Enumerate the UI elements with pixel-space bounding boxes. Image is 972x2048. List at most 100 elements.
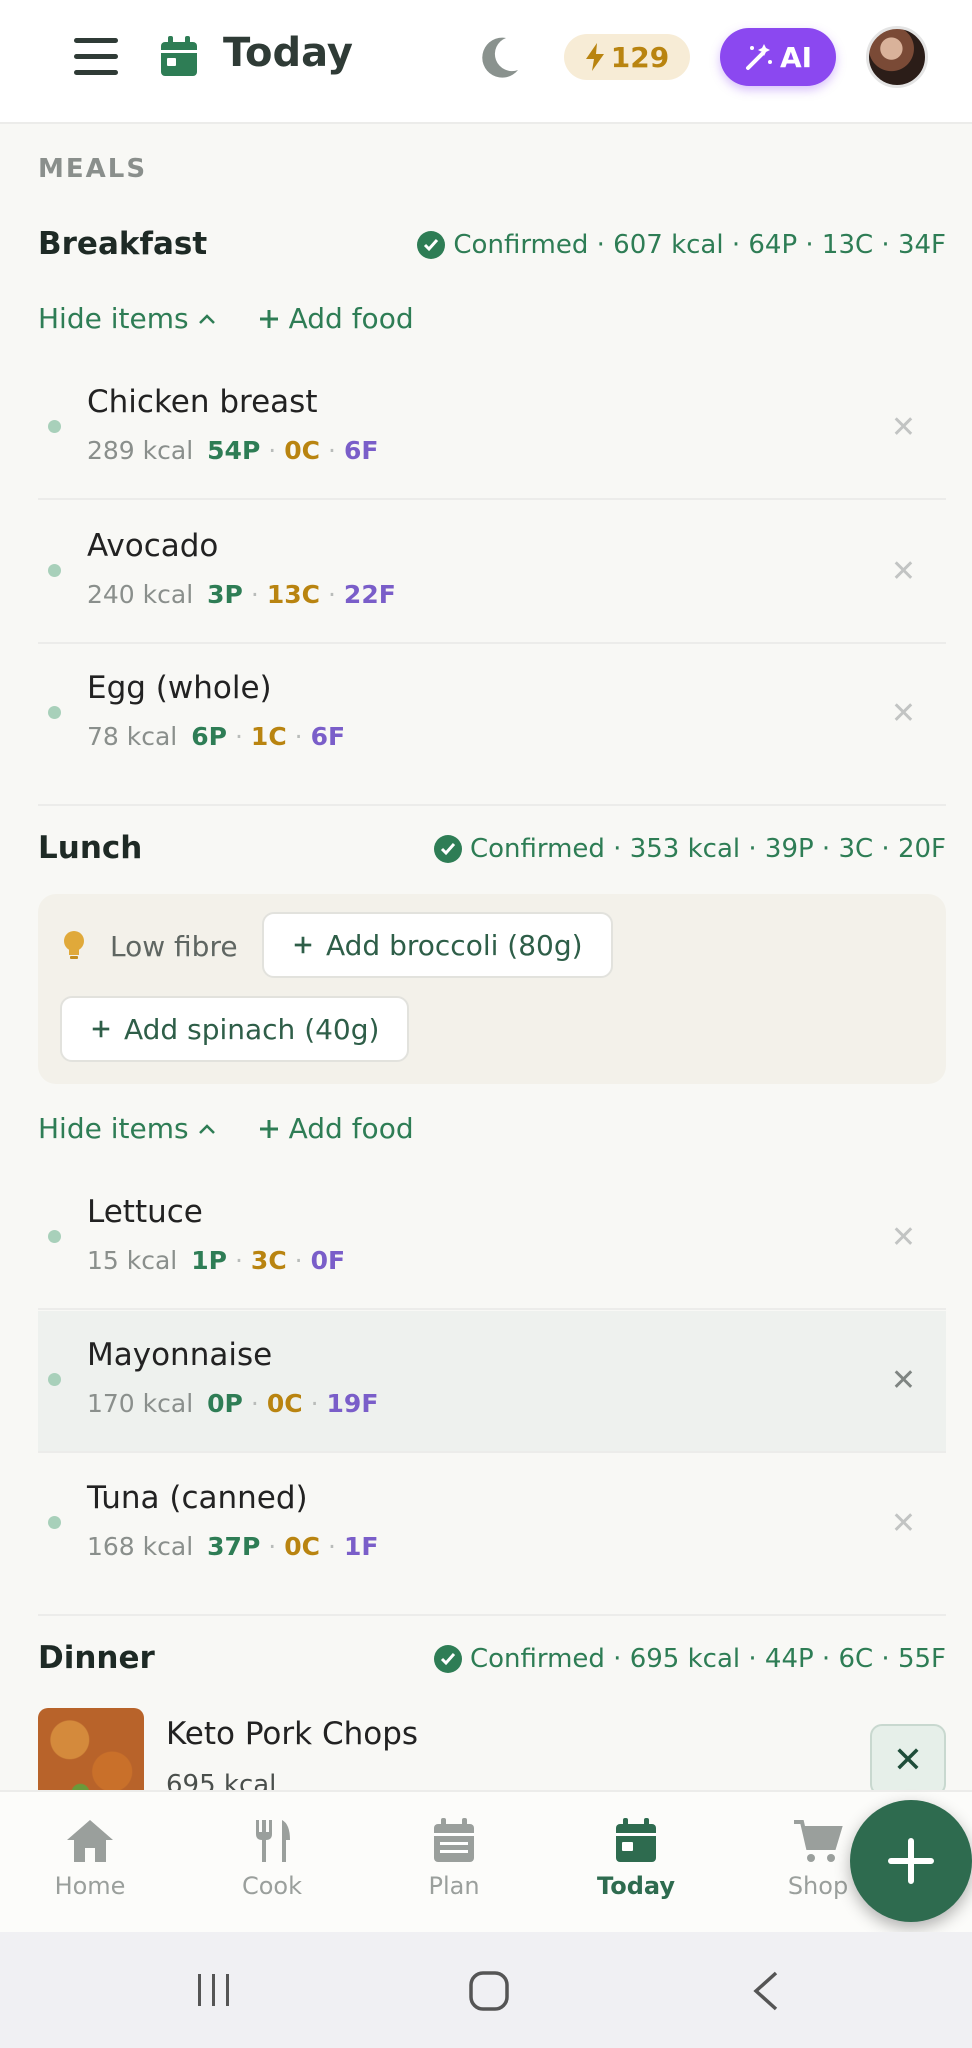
dark-mode-moon-icon[interactable]: [480, 36, 520, 82]
calendar-today-icon: [616, 1818, 656, 1862]
meal-summary-text: Confirmed · 695 kcal · 44P · 6C · 55F: [469, 1644, 946, 1674]
hide-items-label: Hide items: [38, 302, 189, 335]
food-kcal: 170 kcal: [87, 1389, 194, 1418]
add-food-button[interactable]: Add food: [257, 1112, 414, 1145]
back-icon[interactable]: [750, 1970, 782, 2016]
carbs-value: 0C: [284, 1532, 320, 1561]
nav-plan[interactable]: Plan: [384, 1818, 524, 1900]
app-header: Today 129 AI: [0, 0, 972, 124]
plus-icon: [888, 1838, 934, 1884]
bullet-dot: [48, 1373, 61, 1386]
food-name: Egg (whole): [87, 670, 272, 706]
food-item[interactable]: Egg (whole) 78 kcal 6P · 1C · 6F ✕: [38, 644, 946, 786]
cart-icon: [794, 1820, 843, 1862]
calendar-icon: [160, 36, 198, 82]
carbs-value: 3C: [250, 1246, 287, 1275]
food-macros: 170 kcal 0P · 0C · 19F: [87, 1389, 379, 1418]
food-item[interactable]: Chicken breast 289 kcal 54P · 0C · 6F ✕: [38, 358, 946, 500]
food-kcal: 15 kcal: [87, 1246, 178, 1275]
food-macros: 168 kcal 37P · 0C · 1F: [87, 1532, 379, 1561]
lightning-icon: [585, 43, 604, 71]
food-item[interactable]: Lettuce 15 kcal 1P · 3C · 0F ✕: [38, 1168, 946, 1310]
remove-icon[interactable]: ✕: [891, 1506, 916, 1541]
add-spinach-chip[interactable]: Add spinach (40g): [60, 996, 410, 1062]
chevron-up-icon: [198, 1123, 215, 1134]
recipe-name[interactable]: Keto Pork Chops: [166, 1716, 418, 1752]
plus-icon: [259, 309, 278, 328]
food-kcal: 78 kcal: [87, 722, 178, 751]
meal-summary-text: Confirmed · 607 kcal · 64P · 13C · 34F: [453, 230, 946, 260]
nutrition-tip: Low fibre Add broccoli (80g) Add spinach…: [38, 894, 946, 1084]
meal-divider: [38, 804, 946, 806]
carbs-value: 0C: [284, 436, 320, 465]
streak-badge[interactable]: 129: [564, 34, 690, 80]
chip-label: Add spinach (40g): [124, 1012, 380, 1046]
hide-items-label: Hide items: [38, 1112, 189, 1145]
food-macros: 289 kcal 54P · 0C · 6F: [87, 436, 379, 465]
protein-value: 54P: [207, 436, 261, 465]
carbs-value: 13C: [266, 580, 320, 609]
nav-label: Home: [54, 1872, 126, 1900]
food-name: Avocado: [87, 528, 219, 564]
food-macros: 15 kcal 1P · 3C · 0F: [87, 1246, 346, 1275]
food-kcal: 289 kcal: [87, 436, 194, 465]
add-food-button[interactable]: Add food: [257, 302, 414, 335]
remove-icon[interactable]: ✕: [891, 410, 916, 445]
chip-label: Add broccoli (80g): [326, 928, 583, 962]
remove-icon[interactable]: ✕: [891, 696, 916, 731]
meal-summary-lunch: Confirmed · 353 kcal · 39P · 3C · 20F: [433, 834, 946, 864]
remove-icon[interactable]: ✕: [891, 554, 916, 589]
hide-items-button[interactable]: Hide items: [38, 1112, 217, 1145]
home-button-icon[interactable]: [468, 1970, 510, 2016]
recipe-image[interactable]: [38, 1708, 144, 1790]
remove-icon[interactable]: ✕: [891, 1220, 916, 1255]
nav-home[interactable]: Home: [20, 1818, 160, 1900]
menu-icon[interactable]: [74, 38, 118, 76]
nav-today[interactable]: Today: [566, 1818, 706, 1900]
food-macros: 78 kcal 6P · 1C · 6F: [87, 722, 346, 751]
check-icon: [433, 835, 462, 863]
home-icon: [67, 1820, 113, 1862]
bottom-nav: Home Cook Plan Today Shop: [0, 1790, 972, 1932]
meal-summary-text: Confirmed · 353 kcal · 39P · 3C · 20F: [469, 834, 946, 864]
fat-value: 0F: [310, 1246, 346, 1275]
hide-items-button[interactable]: Hide items: [38, 302, 217, 335]
nav-cook[interactable]: Cook: [202, 1818, 342, 1900]
calendar-icon: [434, 1818, 474, 1862]
protein-value: 37P: [207, 1532, 261, 1561]
plus-icon: [92, 1020, 110, 1038]
food-kcal: 168 kcal: [87, 1532, 194, 1561]
nav-label: Shop: [787, 1872, 849, 1900]
fat-value: 19F: [326, 1389, 379, 1418]
avatar[interactable]: [866, 26, 928, 88]
food-item[interactable]: Mayonnaise 170 kcal 0P · 0C · 19F ✕: [38, 1311, 946, 1453]
nav-label: Cook: [241, 1872, 303, 1900]
food-name: Mayonnaise: [87, 1337, 273, 1373]
fat-value: 1F: [343, 1532, 379, 1561]
food-item[interactable]: Tuna (canned) 168 kcal 37P · 0C · 1F ✕: [38, 1454, 946, 1596]
magic-wand-icon: [745, 44, 772, 70]
page-title: Today: [223, 30, 353, 76]
chevron-up-icon: [198, 313, 215, 324]
bullet-dot: [48, 564, 61, 577]
recent-apps-icon[interactable]: [194, 1970, 234, 2014]
add-broccoli-chip[interactable]: Add broccoli (80g): [262, 912, 613, 978]
close-icon[interactable]: ✕: [870, 1724, 946, 1790]
food-name: Chicken breast: [87, 384, 318, 420]
breakfast-actions: Hide items Add food: [38, 302, 414, 335]
remove-icon[interactable]: ✕: [891, 1363, 916, 1398]
food-macros: 240 kcal 3P · 13C · 22F: [87, 580, 396, 609]
bullet-dot: [48, 706, 61, 719]
add-food-label: Add food: [288, 1112, 414, 1145]
ai-button[interactable]: AI: [720, 28, 836, 86]
meal-title-lunch: Lunch: [38, 830, 143, 866]
food-name: Tuna (canned): [87, 1480, 308, 1516]
section-label: MEALS: [38, 154, 148, 184]
check-icon: [417, 231, 446, 259]
food-item[interactable]: Avocado 240 kcal 3P · 13C · 22F ✕: [38, 502, 946, 644]
bullet-dot: [48, 1230, 61, 1243]
food-name: Lettuce: [87, 1194, 203, 1230]
check-icon: [433, 1645, 462, 1673]
add-fab-button[interactable]: [850, 1800, 972, 1922]
utensils-icon: [256, 1820, 290, 1862]
